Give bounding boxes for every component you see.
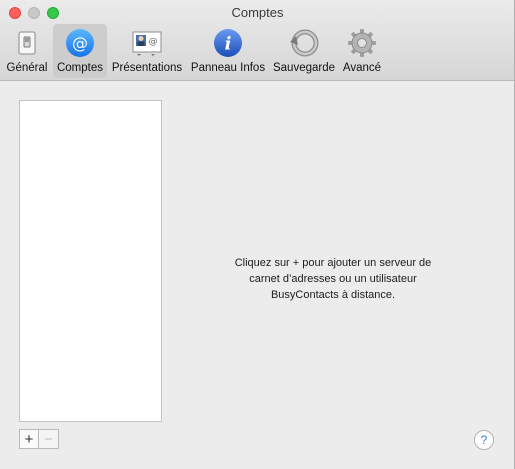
svg-text:@: @ bbox=[149, 37, 158, 47]
toolbar-item-presentations[interactable]: @ Présentations bbox=[109, 24, 185, 78]
toolbar-label: Sauvegarde bbox=[272, 62, 336, 74]
svg-text:@: @ bbox=[72, 34, 88, 53]
toolbar-label: Présentations bbox=[111, 62, 183, 74]
general-switch-icon bbox=[11, 27, 43, 59]
toolbar-label: Comptes bbox=[56, 62, 104, 74]
svg-text:i: i bbox=[225, 34, 232, 55]
toolbar-item-advanced[interactable]: Avancé bbox=[340, 24, 384, 78]
toolbar-item-backup[interactable]: Sauvegarde bbox=[270, 24, 338, 78]
toolbar-label: Panneau Infos bbox=[190, 62, 266, 74]
titlebar-toolbar: Comptes Général @ Comptes @ Présentation… bbox=[0, 0, 515, 81]
empty-accounts-hint: Cliquez sur + pour ajouter un serveur de… bbox=[234, 257, 432, 301]
toolbar-item-general[interactable]: Général bbox=[3, 24, 51, 78]
accounts-list[interactable] bbox=[19, 100, 162, 422]
help-button[interactable]: ? bbox=[474, 430, 494, 450]
info-icon: i bbox=[212, 27, 244, 59]
gear-icon bbox=[346, 27, 378, 59]
preferences-window: Comptes Général @ Comptes @ Présentation… bbox=[0, 0, 515, 469]
toolbar-label: Avancé bbox=[342, 62, 382, 74]
remove-account-button[interactable]: − bbox=[39, 429, 59, 449]
add-remove-bar: + − bbox=[19, 429, 59, 449]
add-account-button[interactable]: + bbox=[19, 429, 39, 449]
toolbar-item-accounts[interactable]: @ Comptes bbox=[53, 24, 107, 78]
toolbar-item-info-panel[interactable]: i Panneau Infos bbox=[188, 24, 268, 78]
toolbar-label: Général bbox=[6, 62, 48, 74]
backup-arrow-icon bbox=[288, 27, 320, 59]
at-sign-icon: @ bbox=[64, 27, 96, 59]
window-title: Comptes bbox=[231, 5, 284, 20]
presentations-card-icon: @ bbox=[131, 27, 163, 59]
